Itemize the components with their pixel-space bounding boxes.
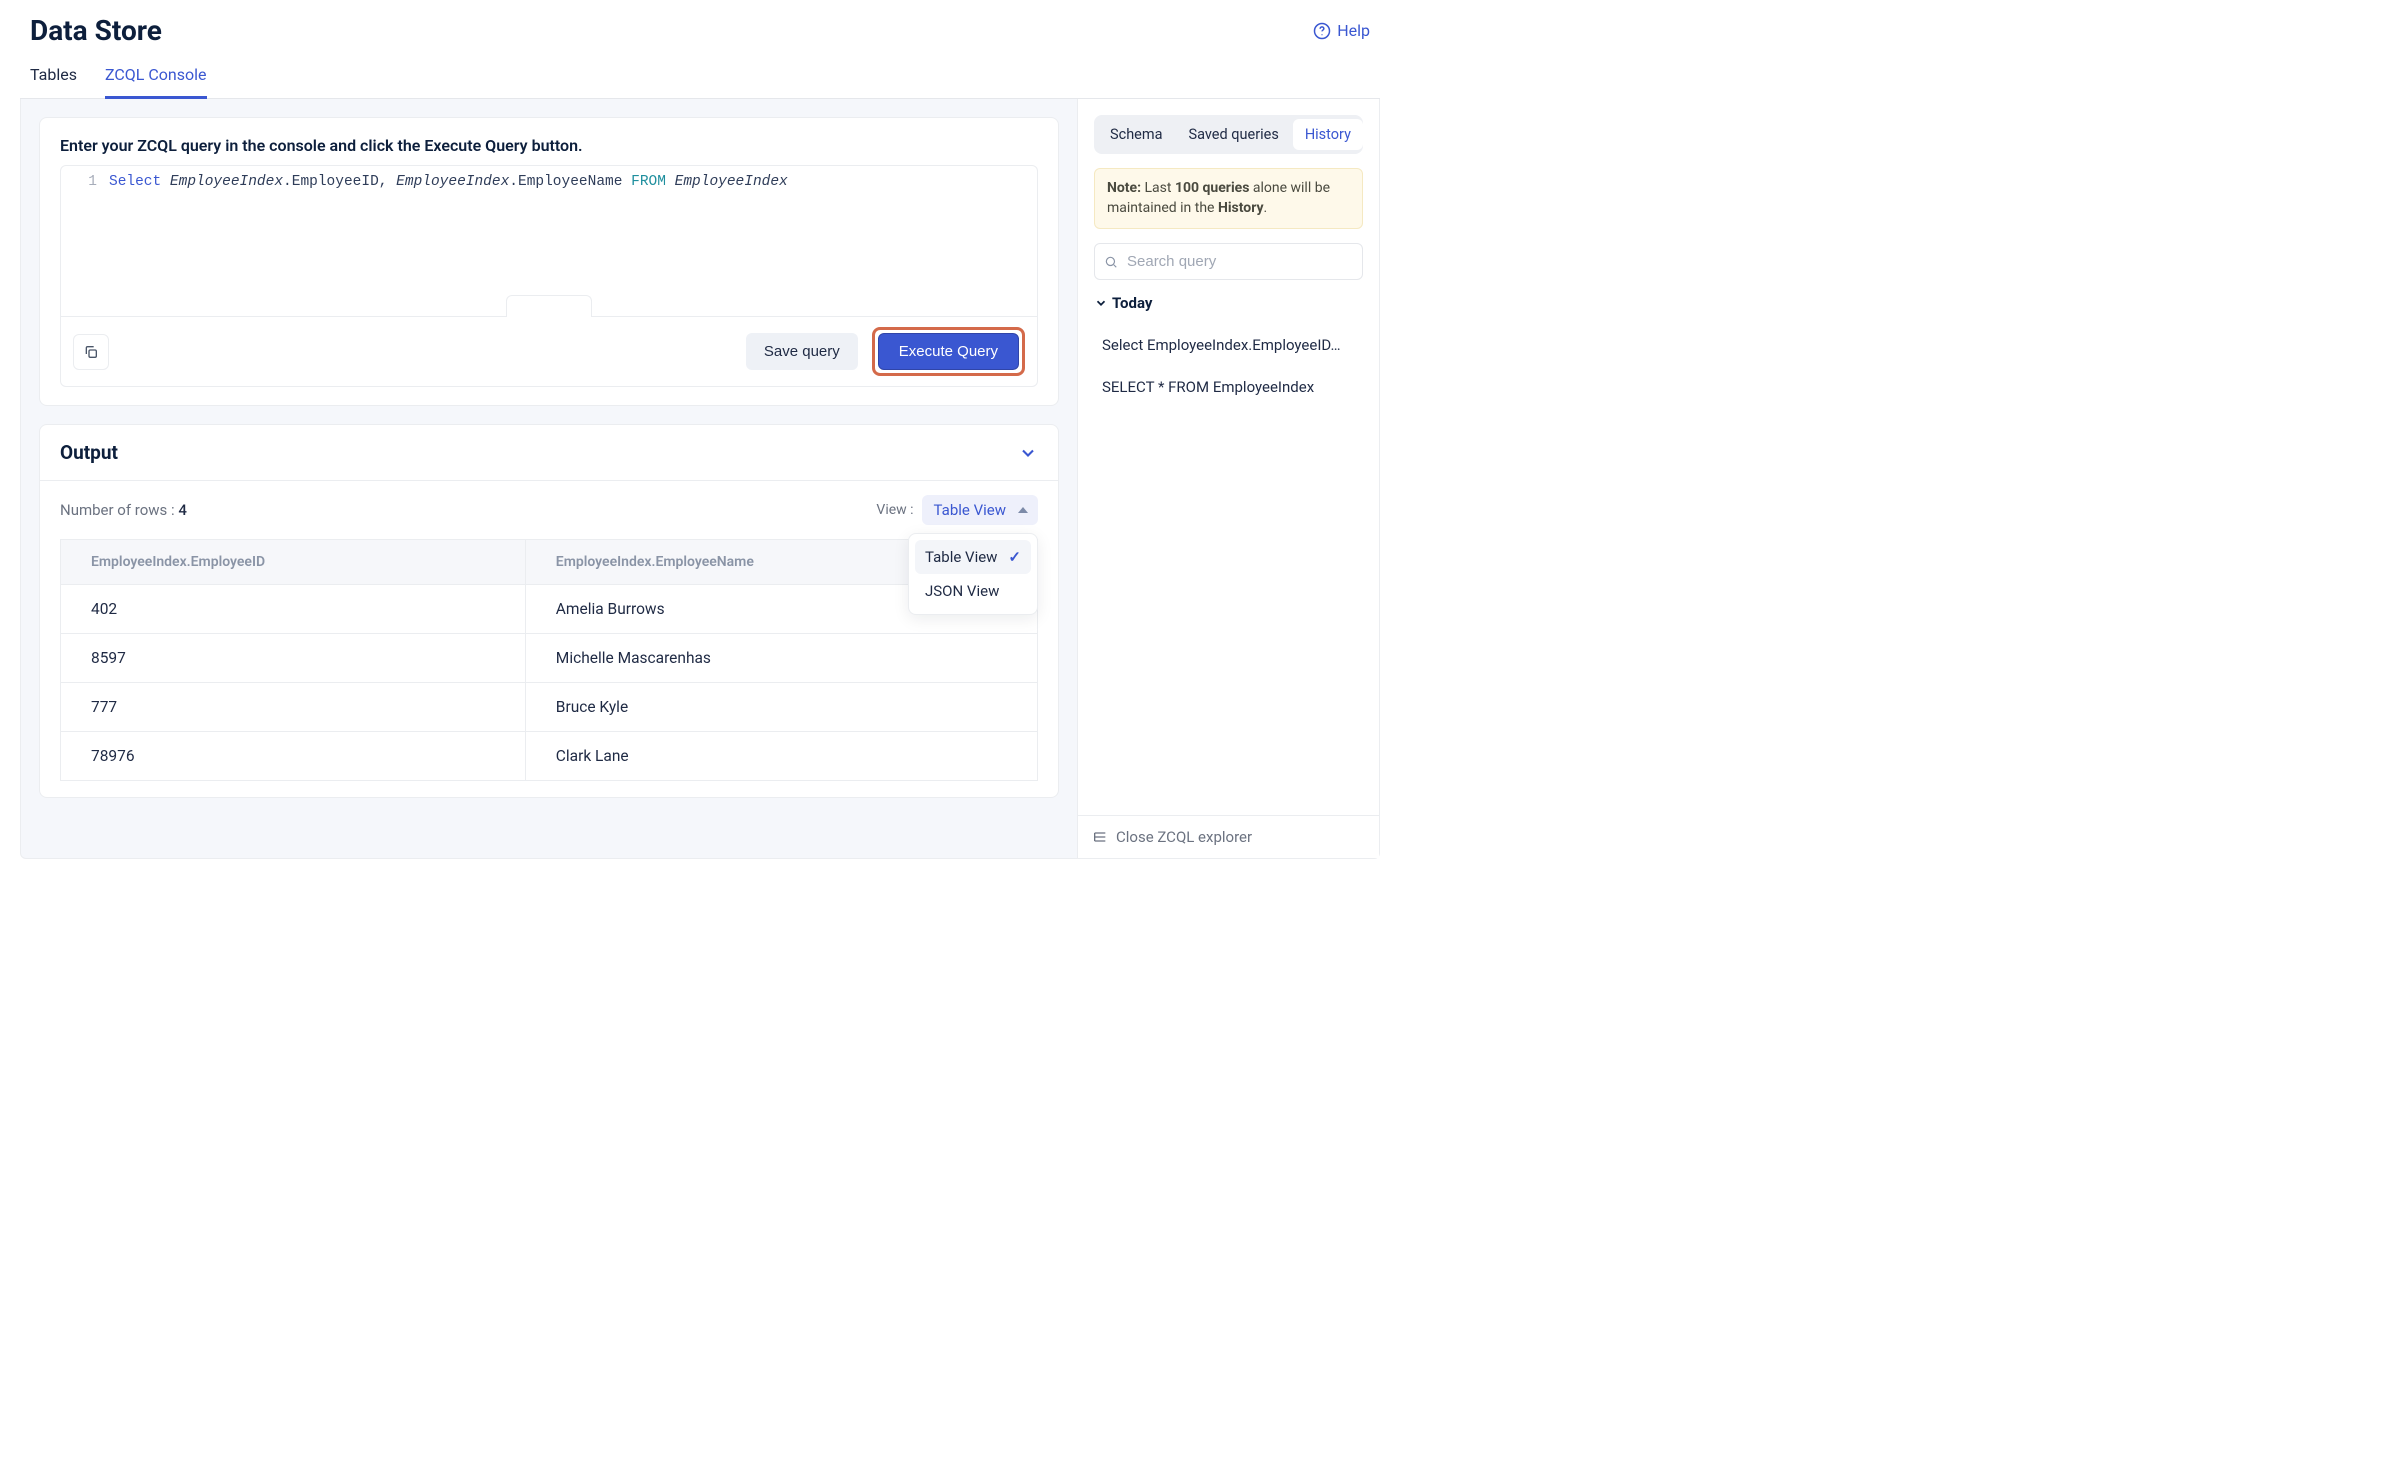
chevron-down-icon [1094, 296, 1108, 310]
output-title: Output [60, 441, 118, 464]
output-card: Output Number of rows : 4 View : Table V… [39, 424, 1059, 798]
sidebar-tab-saved-queries[interactable]: Saved queries [1176, 119, 1290, 150]
save-query-button[interactable]: Save query [746, 333, 858, 370]
sidebar-tab-history[interactable]: History [1293, 119, 1363, 150]
table-row: 777 Bruce Kyle [61, 683, 1038, 732]
editor-handle[interactable] [506, 295, 592, 317]
result-table: EmployeeIndex.EmployeeID EmployeeIndex.E… [40, 539, 1058, 797]
view-option-table[interactable]: Table View ✓ [915, 540, 1031, 574]
copy-icon [83, 344, 99, 360]
sidebar-tabs: Schema Saved queries History [1094, 115, 1363, 154]
collapse-panel-icon [1092, 829, 1108, 845]
row-count: Number of rows : 4 [60, 501, 187, 519]
view-selector[interactable]: Table View Table View ✓ JSON View [922, 495, 1038, 525]
column-header: EmployeeIndex.EmployeeID [61, 540, 526, 585]
view-label: View : [876, 502, 913, 518]
page-title: Data Store [30, 14, 162, 47]
execute-query-highlight: Execute Query [872, 327, 1025, 376]
query-text[interactable]: Select EmployeeIndex.EmployeeID, Employe… [109, 174, 1037, 308]
query-card: Enter your ZCQL query in the console and… [39, 117, 1059, 406]
copy-query-button[interactable] [73, 334, 109, 370]
close-explorer-button[interactable]: Close ZCQL explorer [1078, 815, 1379, 858]
table-row: 78976 Clark Lane [61, 732, 1038, 781]
help-link[interactable]: Help [1313, 21, 1370, 40]
line-number: 1 [61, 174, 109, 308]
help-label: Help [1337, 21, 1370, 40]
sidebar-tab-schema[interactable]: Schema [1098, 119, 1174, 150]
search-icon [1104, 255, 1118, 269]
collapse-output-icon[interactable] [1018, 443, 1038, 463]
tab-zcql-console[interactable]: ZCQL Console [105, 65, 207, 99]
history-note: Note: Last 100 queries alone will be mai… [1094, 168, 1363, 229]
help-icon [1313, 22, 1331, 40]
caret-up-icon [1018, 507, 1028, 513]
main-tabs: Tables ZCQL Console [20, 47, 1380, 99]
history-item[interactable]: SELECT * FROM EmployeeIndex [1094, 368, 1363, 406]
table-row: 8597 Michelle Mascarenhas [61, 634, 1038, 683]
table-row: 402 Amelia Burrows [61, 585, 1038, 634]
tab-tables[interactable]: Tables [30, 65, 77, 98]
query-editor[interactable]: 1 Select EmployeeIndex.EmployeeID, Emplo… [60, 165, 1038, 387]
check-icon: ✓ [1008, 548, 1021, 566]
history-item[interactable]: Select EmployeeIndex.EmployeeID… [1094, 326, 1363, 364]
execute-query-button[interactable]: Execute Query [878, 333, 1019, 370]
history-search-input[interactable] [1094, 243, 1363, 280]
history-group-today[interactable]: Today [1094, 294, 1363, 312]
view-option-json[interactable]: JSON View [915, 574, 1031, 608]
query-prompt: Enter your ZCQL query in the console and… [60, 136, 1038, 155]
view-dropdown: Table View ✓ JSON View [908, 533, 1038, 615]
